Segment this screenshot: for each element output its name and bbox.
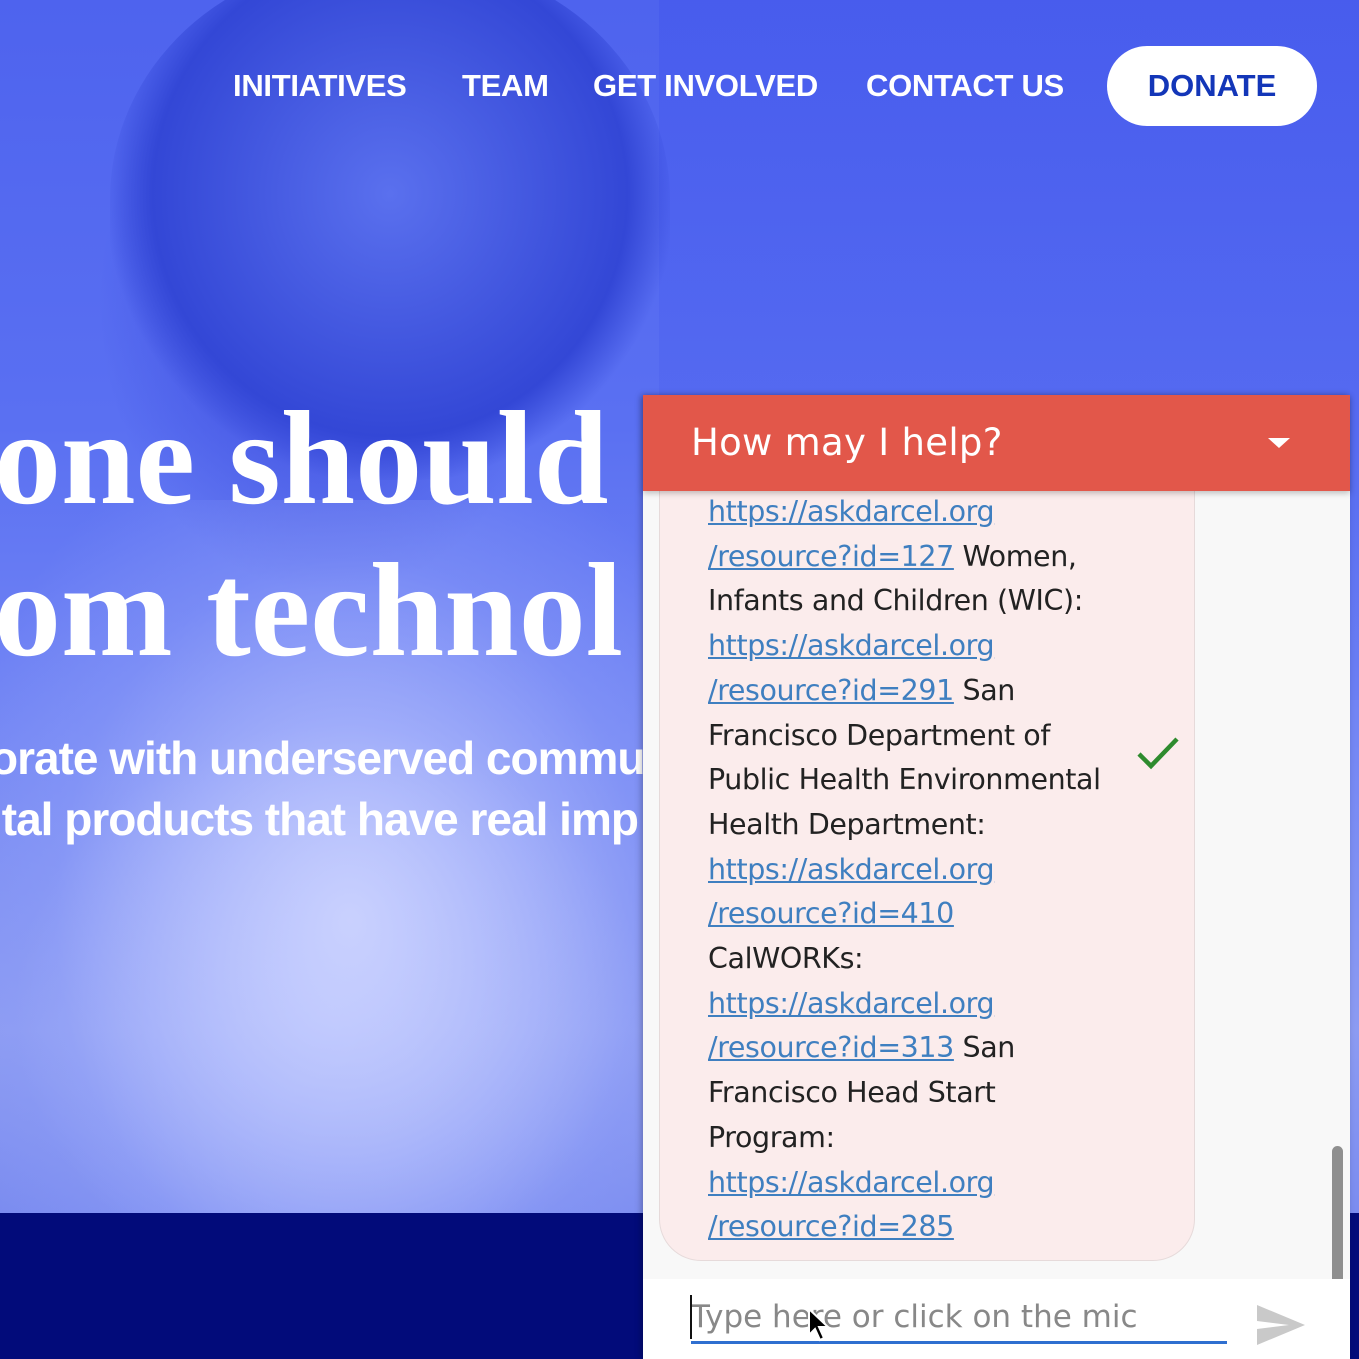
check-icon bbox=[1137, 737, 1179, 770]
message-text: Women, bbox=[953, 539, 1077, 573]
resource-link[interactable]: https://askdarcel.org bbox=[708, 629, 995, 662]
message-line: /resource?id=127 Women, bbox=[708, 535, 1108, 580]
nav-team[interactable]: TEAM bbox=[462, 46, 549, 126]
message-line: Public Health Environmental bbox=[708, 758, 1108, 803]
message-line: https://askdarcel.org bbox=[708, 982, 1108, 1027]
resource-link[interactable]: https://askdarcel.org bbox=[708, 495, 995, 528]
message-text: Francisco Department of bbox=[708, 718, 1050, 752]
message-text: San bbox=[953, 1031, 1016, 1065]
message-text: Public Health Environmental bbox=[708, 763, 1101, 797]
hero-subline-line: ital products that have real imp bbox=[0, 793, 639, 845]
hero-subline-line: orate with underserved commu bbox=[0, 732, 646, 784]
message-line: Health Department: bbox=[708, 803, 1108, 848]
message-line: https://askdarcel.org bbox=[708, 848, 1108, 893]
resource-link[interactable]: https://askdarcel.org bbox=[708, 1166, 995, 1199]
message-line: Francisco Head Start bbox=[708, 1071, 1108, 1116]
message-text: CalWORKs: bbox=[708, 942, 864, 976]
resource-link[interactable]: /resource?id=127 bbox=[708, 540, 954, 573]
hero-subline: orate with underserved commu ital produc… bbox=[0, 728, 650, 850]
bot-message-bubble: https://askdarcel.org/resource?id=127 Wo… bbox=[659, 491, 1195, 1261]
message-text: Infants and Children (WIC): bbox=[708, 584, 1083, 618]
send-icon[interactable] bbox=[1255, 1301, 1307, 1349]
chat-title: How may I help? bbox=[691, 421, 1003, 464]
hero-headline: one should om technol bbox=[0, 382, 660, 686]
chat-input-area bbox=[643, 1279, 1350, 1359]
bot-message-text: https://askdarcel.org/resource?id=127 Wo… bbox=[708, 491, 1108, 1250]
text-caret bbox=[690, 1295, 692, 1339]
nav-contact-us[interactable]: CONTACT US bbox=[866, 46, 1064, 126]
resource-link[interactable]: /resource?id=285 bbox=[708, 1210, 954, 1243]
resource-link[interactable]: /resource?id=313 bbox=[708, 1031, 954, 1064]
message-line: /resource?id=313 San bbox=[708, 1026, 1108, 1071]
message-line: Program: bbox=[708, 1116, 1108, 1161]
resource-link[interactable]: https://askdarcel.org bbox=[708, 853, 995, 886]
message-line: https://askdarcel.org bbox=[708, 624, 1108, 669]
message-text: Health Department: bbox=[708, 807, 986, 841]
chat-scrollbar[interactable] bbox=[1332, 1146, 1343, 1279]
hero-headline-line: one should bbox=[0, 384, 609, 532]
chat-widget: How may I help? https://askdarcel.org/re… bbox=[643, 395, 1350, 1359]
chat-messages[interactable]: https://askdarcel.org/resource?id=127 Wo… bbox=[643, 491, 1350, 1279]
message-text: Francisco Head Start bbox=[708, 1076, 996, 1110]
mouse-cursor-icon bbox=[808, 1307, 831, 1342]
message-line: https://askdarcel.org bbox=[708, 491, 1108, 535]
donate-button[interactable]: DONATE bbox=[1107, 46, 1317, 126]
resource-link[interactable]: /resource?id=410 bbox=[708, 897, 954, 930]
chat-header[interactable]: How may I help? bbox=[643, 395, 1350, 491]
chevron-down-icon[interactable] bbox=[1268, 438, 1290, 448]
message-line: /resource?id=285 bbox=[708, 1205, 1108, 1250]
message-text: San bbox=[953, 673, 1016, 707]
message-line: Francisco Department of bbox=[708, 714, 1108, 759]
message-line: /resource?id=291 San bbox=[708, 669, 1108, 714]
message-line: https://askdarcel.org bbox=[708, 1161, 1108, 1206]
message-line: Infants and Children (WIC): bbox=[708, 579, 1108, 624]
message-text: Program: bbox=[708, 1120, 835, 1154]
nav-initiatives[interactable]: INITIATIVES bbox=[233, 46, 407, 126]
chat-input[interactable] bbox=[691, 1293, 1227, 1344]
hero-headline-line: om technol bbox=[0, 536, 623, 684]
resource-link[interactable]: /resource?id=291 bbox=[708, 674, 954, 707]
main-nav: INITIATIVES TEAM GET INVOLVED CONTACT US… bbox=[0, 46, 1359, 126]
message-line: /resource?id=410 bbox=[708, 892, 1108, 937]
message-line: CalWORKs: bbox=[708, 937, 1108, 982]
resource-link[interactable]: https://askdarcel.org bbox=[708, 987, 995, 1020]
nav-get-involved[interactable]: GET INVOLVED bbox=[593, 46, 818, 126]
